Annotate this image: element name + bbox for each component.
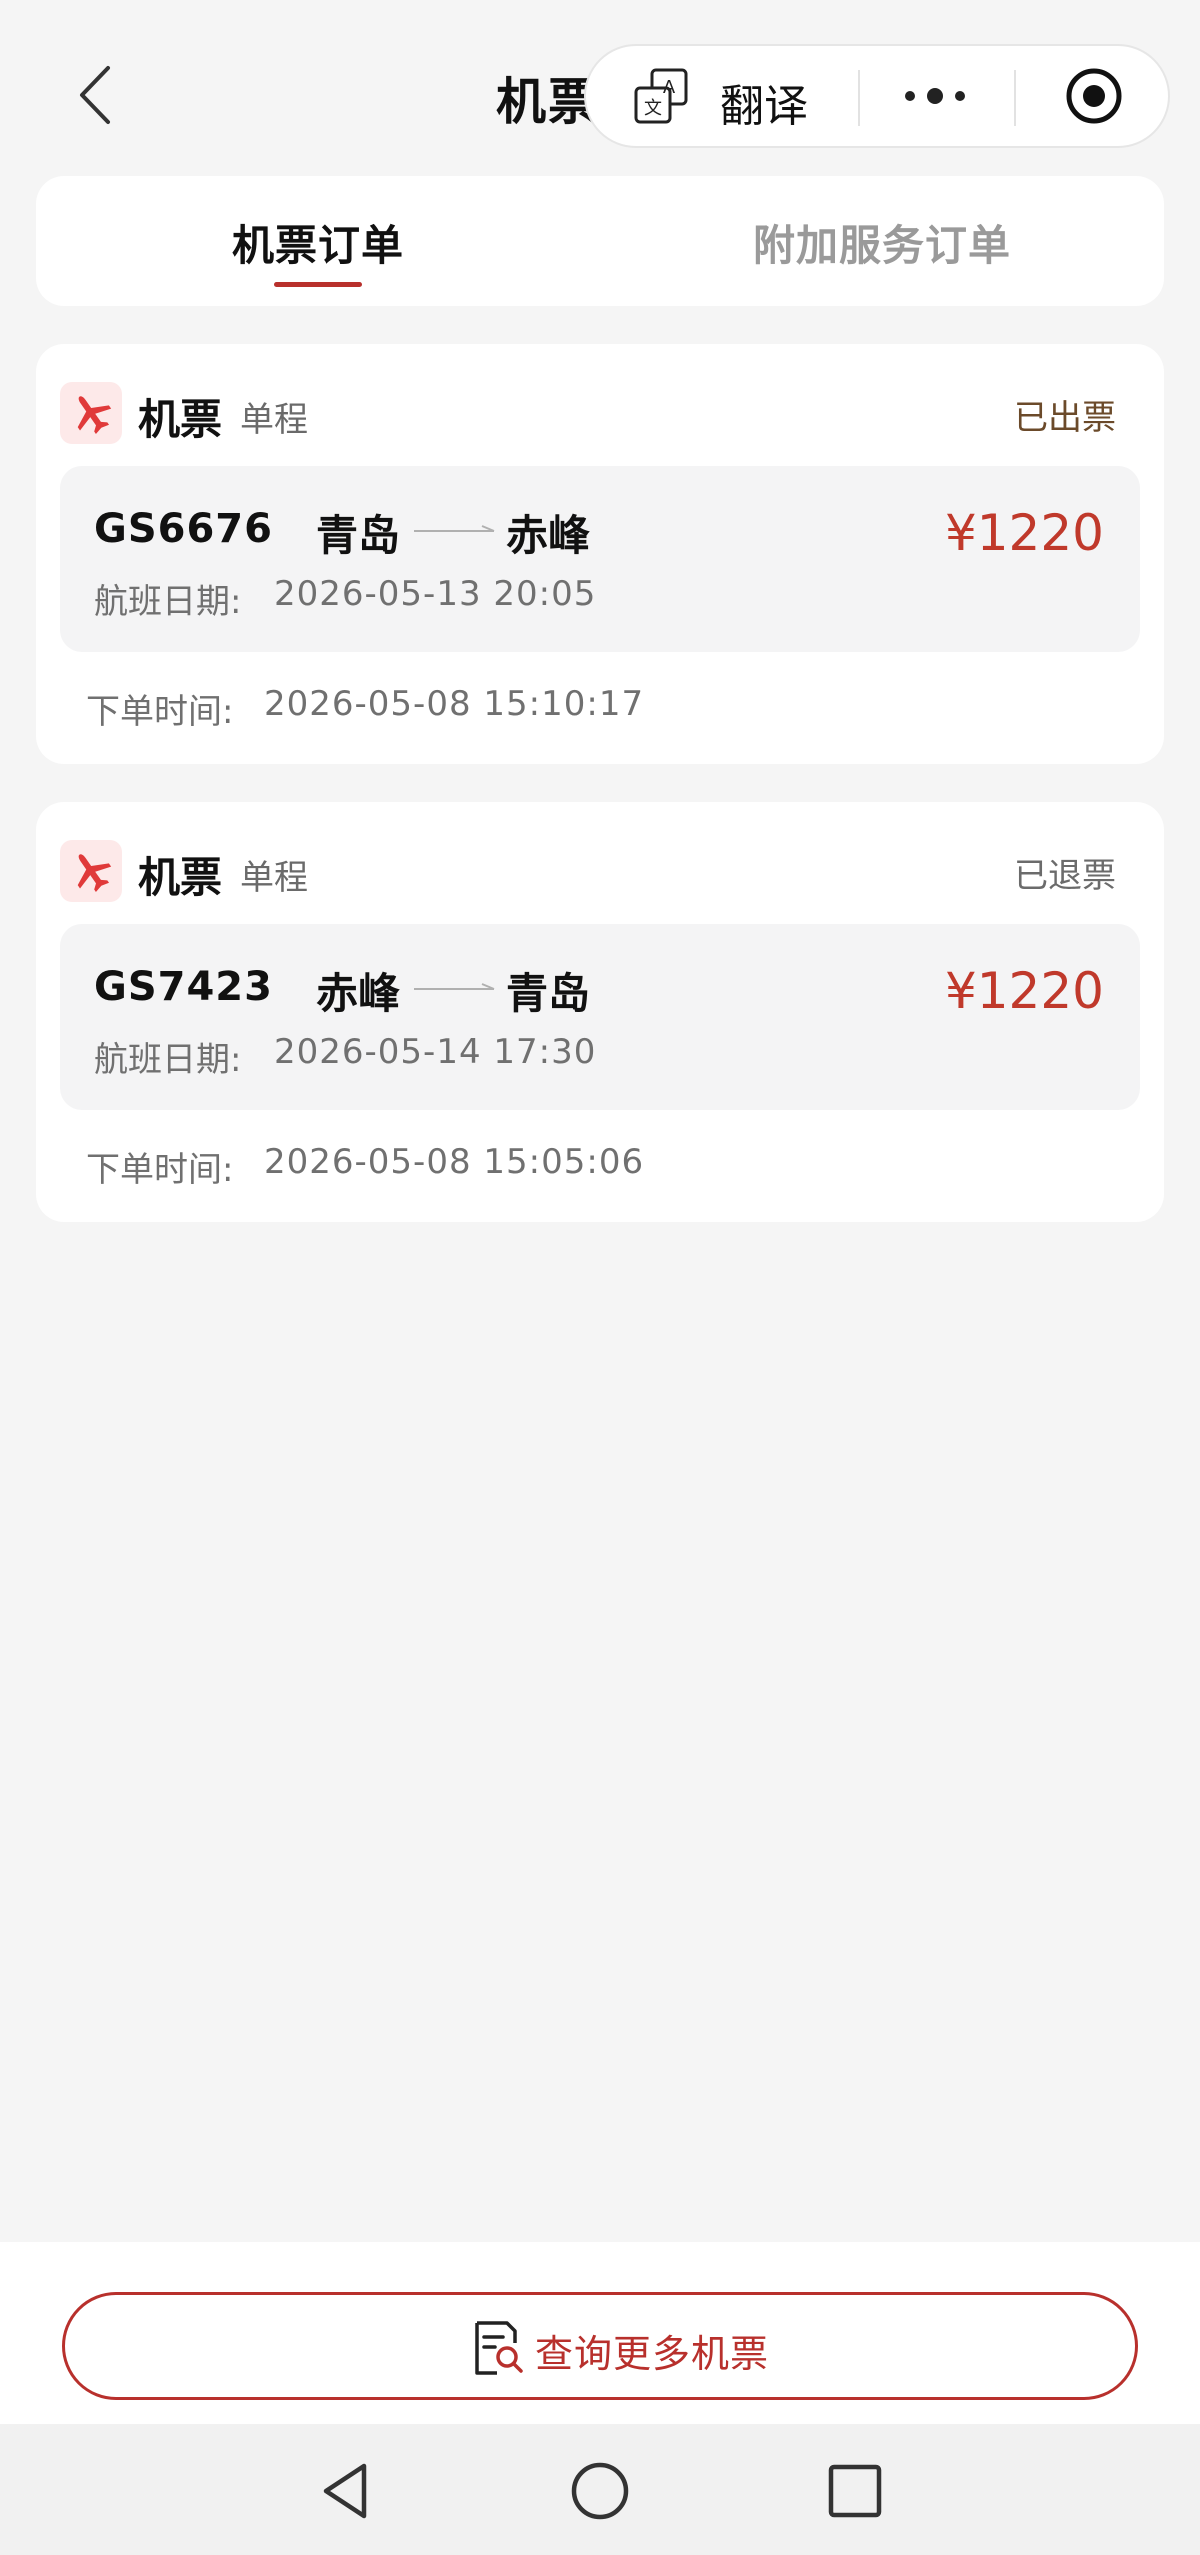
- order-card-header: 机票 单程 已出票: [60, 382, 1140, 446]
- more-button[interactable]: [860, 46, 1010, 146]
- flight-number: GS7423: [94, 964, 273, 1010]
- ticket-kind: 机票: [138, 853, 223, 902]
- ticket-kind: 机票: [138, 395, 223, 444]
- departure-city: 赤峰: [316, 969, 401, 1018]
- miniprogram-close-icon: [1066, 68, 1122, 124]
- square-recents-icon: [828, 2464, 882, 2518]
- departure-city: 青岛: [316, 511, 401, 560]
- close-miniprogram-button[interactable]: [1016, 46, 1172, 146]
- order-time-label: 下单时间:: [86, 1150, 234, 1190]
- triangle-back-icon: [323, 2463, 367, 2519]
- tab-addon-orders[interactable]: 附加服务订单: [600, 176, 1164, 306]
- miniprogram-capsule: A 文 翻译: [584, 44, 1170, 148]
- svg-text:A: A: [663, 77, 676, 98]
- order-card[interactable]: 机票 单程 已出票 GS6676 青岛 赤峰 ¥1220 航班日期: 2026-…: [36, 344, 1164, 764]
- flight-info: GS7423 赤峰 青岛 ¥1220 航班日期: 2026-05-14 17:3…: [60, 924, 1140, 1110]
- route-arrow-icon: [414, 983, 495, 990]
- flight-info: GS6676 青岛 赤峰 ¥1220 航班日期: 2026-05-13 20:0…: [60, 466, 1140, 652]
- back-button[interactable]: [70, 60, 120, 130]
- order-time: 2026-05-08 15:10:17: [264, 684, 645, 724]
- flight-date-label: 航班日期:: [94, 582, 242, 622]
- order-time-label: 下单时间:: [86, 692, 234, 732]
- svg-text:文: 文: [644, 98, 662, 119]
- query-more-tickets-label: 查询更多机票: [535, 2332, 770, 2376]
- order-card-header: 机票 单程 已退票: [60, 840, 1140, 904]
- circle-home-icon: [571, 2462, 629, 2520]
- active-tab-indicator: [274, 282, 362, 287]
- order-card[interactable]: 机票 单程 已退票 GS7423 赤峰 青岛 ¥1220 航班日期: 2026-…: [36, 802, 1164, 1222]
- more-dots-icon: [905, 88, 965, 104]
- price: ¥1220: [944, 504, 1104, 562]
- translate-button[interactable]: A 文 翻译: [586, 46, 858, 146]
- status-badge: 已出票: [1014, 398, 1116, 438]
- tab-label: 附加服务订单: [752, 221, 1011, 270]
- search-document-icon: [475, 2321, 523, 2375]
- airplane-icon: [60, 382, 122, 444]
- flight-number: GS6676: [94, 506, 273, 552]
- translate-label: 翻译: [720, 81, 808, 132]
- bottom-action-bar: 查询更多机票: [0, 2242, 1200, 2424]
- system-back-button[interactable]: [312, 2456, 382, 2526]
- arrival-city: 青岛: [506, 969, 591, 1018]
- query-more-tickets-button[interactable]: 查询更多机票: [62, 2292, 1138, 2400]
- header: 机票 A 文 翻译: [0, 0, 1200, 180]
- trip-type: 单程: [240, 858, 308, 898]
- tab-label: 机票订单: [231, 221, 404, 270]
- system-navigation-bar: [0, 2424, 1200, 2555]
- price: ¥1220: [944, 962, 1104, 1020]
- order-time: 2026-05-08 15:05:06: [264, 1142, 645, 1182]
- route-arrow-icon: [414, 525, 495, 532]
- tab-flight-orders[interactable]: 机票订单: [36, 176, 600, 306]
- trip-type: 单程: [240, 400, 308, 440]
- chevron-left-icon: [80, 66, 110, 124]
- airplane-icon: [60, 840, 122, 902]
- translate-icon: A 文: [634, 68, 688, 124]
- flight-date-label: 航班日期:: [94, 1040, 242, 1080]
- status-badge: 已退票: [1014, 856, 1116, 896]
- system-home-button[interactable]: [565, 2456, 635, 2526]
- arrival-city: 赤峰: [506, 511, 591, 560]
- order-tabs: 机票订单 附加服务订单: [36, 176, 1164, 306]
- flight-date: 2026-05-14 17:30: [274, 1032, 597, 1072]
- flight-date: 2026-05-13 20:05: [274, 574, 597, 614]
- system-recents-button[interactable]: [820, 2456, 890, 2526]
